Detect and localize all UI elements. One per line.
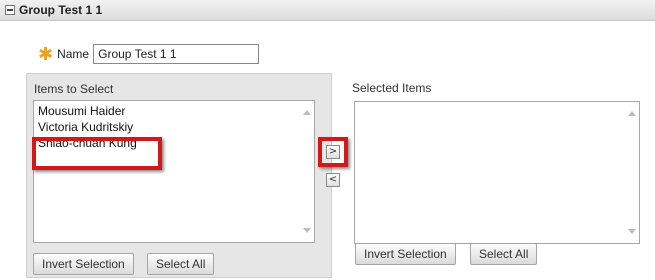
scroll-down-icon[interactable] (303, 228, 311, 233)
name-label: Name (57, 47, 90, 61)
group-header[interactable]: Group Test 1 1 (0, 0, 655, 21)
selected-items-listbox[interactable] (354, 101, 640, 244)
items-to-select-panel: Items to Select Mousumi Haider Victoria … (26, 73, 332, 278)
select-all-button[interactable]: Select All (147, 253, 215, 275)
required-asterisk-icon: ✱ (38, 44, 54, 64)
name-row: ✱ Name (38, 44, 260, 64)
name-input[interactable] (93, 44, 260, 64)
list-item[interactable]: Victoria Kudritskiy (35, 119, 137, 135)
items-to-select-listbox[interactable]: Mousumi Haider Victoria Kudritskiy Shiao… (33, 100, 315, 243)
move-right-button[interactable]: > (326, 145, 340, 159)
scroll-up-icon[interactable] (303, 110, 311, 115)
selected-items-label: Selected Items (352, 81, 432, 95)
collapse-icon[interactable] (5, 5, 15, 15)
move-left-button[interactable]: < (326, 173, 340, 187)
invert-selection-button[interactable]: Invert Selection (355, 243, 456, 265)
scroll-down-icon[interactable] (628, 229, 636, 234)
select-all-button[interactable]: Select All (470, 243, 538, 265)
scroll-up-icon[interactable] (628, 111, 636, 116)
group-title: Group Test 1 1 (19, 3, 103, 17)
invert-selection-button[interactable]: Invert Selection (33, 253, 134, 275)
highlight-box-item (32, 137, 162, 170)
list-item[interactable]: Mousumi Haider (35, 103, 137, 119)
items-to-select-label: Items to Select (34, 82, 114, 96)
